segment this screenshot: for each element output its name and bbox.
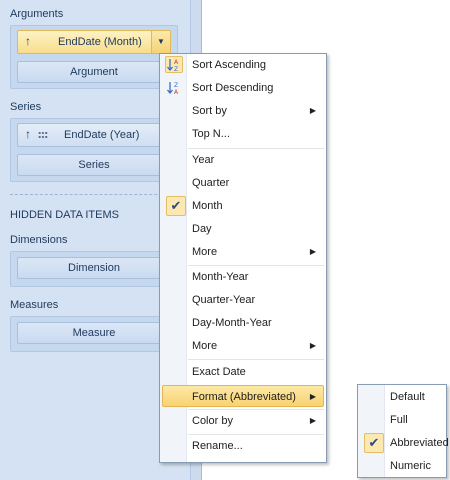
argument-item-label: EndDate (Month)	[58, 36, 142, 48]
submenu-arrow-icon: ▶	[309, 106, 316, 115]
menu-item-label: More	[192, 340, 218, 352]
menu-item-label: Rename...	[192, 440, 243, 452]
menu-item-label: Sort Ascending	[192, 59, 266, 71]
series-data-item[interactable]: ↑ EndDate (Year)	[17, 123, 171, 147]
arguments-label: Arguments	[10, 8, 64, 20]
format-option-default[interactable]: Default	[360, 386, 446, 408]
series-item-label: EndDate (Year)	[64, 129, 140, 141]
format-option-numeric[interactable]: Numeric	[360, 455, 446, 477]
menu-item-label: Full	[390, 414, 408, 426]
hidden-data-items-header: HIDDEN DATA ITEMS	[10, 209, 119, 221]
dimension-slot[interactable]: Dimension	[17, 257, 171, 279]
menu-item-year[interactable]: Year	[162, 149, 324, 171]
dimensions-group: Dimension	[10, 251, 178, 287]
menu-item-label: More	[192, 246, 218, 258]
measures-group: Measure	[10, 316, 178, 352]
menu-item-label: Day-Month-Year	[192, 317, 272, 329]
menu-item-day-month-year[interactable]: Day-Month-Year	[162, 312, 324, 334]
series-label: Series	[10, 101, 42, 113]
menu-item-label: Default	[390, 391, 425, 403]
sort-ascending-icon: AZ	[165, 56, 183, 73]
menu-item-label: Month-Year	[192, 271, 249, 283]
submenu-arrow-icon: ▶	[309, 341, 316, 350]
menu-item-label: Year	[192, 154, 215, 166]
submenu-arrow-icon: ▶	[309, 247, 316, 256]
item-menu-button[interactable]: ▼	[151, 31, 170, 53]
menu-item-label: Format (Abbreviated)	[192, 391, 296, 403]
menu-item-month[interactable]: ✔ Month	[162, 195, 324, 217]
menu-separator	[188, 359, 324, 360]
menu-item-label: Top N...	[192, 128, 230, 140]
sort-arrow-up-icon[interactable]: ↑	[25, 127, 31, 141]
argument-data-item[interactable]: ↑ EndDate (Month) ▼	[17, 30, 171, 54]
menu-item-color-by[interactable]: Color by ▶	[162, 410, 324, 432]
menu-item-label: Sort Descending	[192, 82, 274, 94]
format-option-abbreviated[interactable]: ✔ Abbreviated	[360, 432, 449, 454]
divider	[10, 194, 182, 195]
context-menu: AZ Sort Ascending ZA Sort Descending Sor…	[159, 53, 327, 463]
dimensions-label: Dimensions	[10, 234, 68, 246]
grid-dots-icon	[38, 131, 48, 139]
menu-item-more-2[interactable]: More ▶	[162, 335, 324, 357]
svg-text:A: A	[174, 89, 179, 95]
menu-item-top-n[interactable]: Top N...	[162, 123, 324, 145]
menu-item-label: Color by	[192, 415, 233, 427]
checkmark-icon: ✔	[166, 196, 186, 216]
checkmark-icon: ✔	[364, 433, 384, 453]
menu-item-label: Sort by	[192, 105, 227, 117]
menu-item-sort-ascending[interactable]: AZ Sort Ascending	[162, 54, 324, 76]
format-submenu: Default Full ✔ Abbreviated Numeric	[357, 384, 449, 478]
menu-item-label: Day	[192, 223, 212, 235]
argument-slot[interactable]: Argument	[17, 61, 171, 83]
svg-text:Z: Z	[174, 66, 178, 72]
format-option-full[interactable]: Full	[360, 409, 446, 431]
menu-item-label: Quarter-Year	[192, 294, 256, 306]
menu-item-quarter[interactable]: Quarter	[162, 172, 324, 194]
menu-item-label: Numeric	[390, 460, 431, 472]
sort-arrow-up-icon[interactable]: ↑	[25, 34, 31, 48]
menu-item-quarter-year[interactable]: Quarter-Year	[162, 289, 324, 311]
menu-item-more[interactable]: More ▶	[162, 241, 324, 263]
menu-item-exact-date[interactable]: Exact Date	[162, 361, 324, 383]
menu-item-day[interactable]: Day	[162, 218, 324, 240]
menu-item-sort-by[interactable]: Sort by ▶	[162, 100, 324, 122]
svg-text:Z: Z	[174, 82, 178, 89]
submenu-arrow-icon: ▶	[309, 416, 316, 425]
measure-slot[interactable]: Measure	[17, 322, 171, 344]
menu-item-label: Quarter	[192, 177, 230, 189]
menu-item-format[interactable]: Format (Abbreviated) ▶	[162, 385, 324, 407]
menu-item-label: Abbreviated	[390, 437, 449, 449]
menu-item-month-year[interactable]: Month-Year	[162, 266, 324, 288]
menu-item-label: Exact Date	[192, 366, 246, 378]
arguments-group: ↑ EndDate (Month) ▼ Argument	[10, 25, 178, 89]
submenu-arrow-icon: ▶	[309, 392, 316, 401]
menu-item-rename[interactable]: Rename...	[162, 435, 324, 457]
menu-item-sort-descending[interactable]: ZA Sort Descending	[162, 77, 324, 99]
series-slot[interactable]: Series	[17, 154, 171, 176]
measures-label: Measures	[10, 299, 59, 311]
series-group: ↑ EndDate (Year) Series	[10, 118, 178, 182]
svg-text:A: A	[174, 59, 179, 66]
menu-item-label: Month	[192, 200, 223, 212]
